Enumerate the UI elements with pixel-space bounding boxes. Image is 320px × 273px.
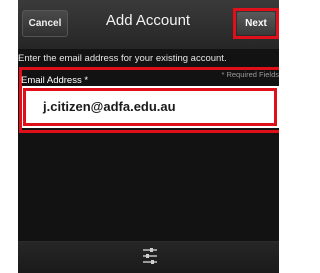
page-title: Add Account (105, 12, 191, 29)
menu-sliders-icon[interactable] (142, 247, 158, 265)
instruction-text: Enter the email address for your existin… (18, 53, 227, 64)
email-field-label: Email Address * (21, 75, 89, 86)
email-field-value[interactable]: j.citizen@adfa.edu.au (43, 99, 176, 114)
add-account-screen: Cancel Add Account Next Enter the email … (18, 0, 279, 273)
cancel-button[interactable]: Cancel (22, 10, 68, 37)
next-button[interactable]: Next (237, 12, 275, 35)
